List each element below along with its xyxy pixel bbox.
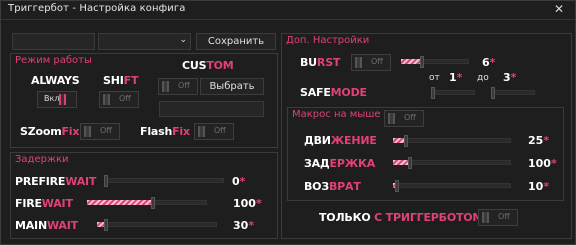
shift-toggle[interactable]: Off bbox=[99, 91, 139, 108]
mouse-macro-toggle-text: Off bbox=[404, 113, 416, 122]
delay-value: 100* bbox=[528, 157, 557, 170]
burst-max-value: 3* bbox=[503, 71, 517, 84]
trigger-config-window: Триггербот - Настройка конфига ✕ ⌄ Сохра… bbox=[0, 0, 576, 245]
burst-toggle[interactable]: Off bbox=[351, 54, 391, 71]
szoom-fix-toggle-text: Off bbox=[100, 126, 112, 135]
burst-toggle-text: Off bbox=[371, 57, 383, 66]
always-toggle[interactable]: Вкл bbox=[37, 91, 77, 108]
move-label: ДВИЖЕНИЕ bbox=[304, 134, 377, 147]
extra-settings-section-title: Доп. Настройки bbox=[286, 35, 370, 46]
safemode-label: SAFEMODE bbox=[300, 86, 367, 99]
burst-slider[interactable] bbox=[401, 56, 469, 68]
always-toggle-text: Вкл bbox=[44, 94, 60, 103]
mouse-macro-section-title: Макрос на мыше bbox=[292, 109, 381, 120]
chevron-down-icon: ⌄ bbox=[179, 35, 187, 45]
always-label: ALWAYS bbox=[31, 74, 80, 87]
delays-section-title: Задержки bbox=[15, 154, 69, 165]
custom-key-field[interactable] bbox=[159, 101, 264, 117]
flash-fix-label: FlashFix bbox=[140, 125, 190, 138]
shift-label: SHIFT bbox=[103, 74, 139, 87]
prefire-wait-slider[interactable] bbox=[104, 175, 224, 187]
close-icon[interactable]: ✕ bbox=[554, 2, 564, 16]
custom-label: CUSTOM bbox=[182, 59, 234, 72]
custom-toggle[interactable]: Off bbox=[158, 78, 198, 95]
save-button[interactable]: Сохранить bbox=[196, 33, 276, 50]
shift-toggle-text: Off bbox=[119, 94, 131, 103]
move-slider[interactable] bbox=[393, 135, 511, 147]
fire-wait-value: 100* bbox=[233, 197, 262, 210]
only-with-triggerbot-toggle-text: Off bbox=[498, 212, 510, 221]
only-with-triggerbot-label: ТОЛЬКО С ТРИГГЕРБОТОМ bbox=[319, 211, 484, 224]
main-wait-slider[interactable] bbox=[97, 219, 217, 231]
return-value: 10* bbox=[528, 180, 550, 193]
window-title: Триггербот - Настройка конфига bbox=[8, 3, 186, 14]
burst-label: BURST bbox=[300, 56, 341, 69]
szoom-fix-label: SZoomFix bbox=[20, 125, 80, 138]
choose-key-button[interactable]: Выбрать bbox=[200, 78, 264, 95]
config-select[interactable]: ⌄ bbox=[98, 33, 191, 50]
title-bar: Триггербот - Настройка конфига ✕ bbox=[1, 1, 575, 20]
config-name-input[interactable] bbox=[12, 33, 95, 50]
burst-max-slider[interactable] bbox=[491, 87, 535, 99]
main-wait-value: 30* bbox=[233, 219, 255, 232]
delay-slider[interactable] bbox=[393, 157, 511, 169]
return-slider[interactable] bbox=[393, 180, 511, 192]
prefire-wait-label: PREFIREWAIT bbox=[15, 175, 97, 188]
burst-value: 6* bbox=[482, 56, 496, 69]
burst-min-value: 1* bbox=[449, 71, 463, 84]
burst-from-label: от bbox=[429, 73, 440, 83]
main-wait-label: MAINWAIT bbox=[15, 219, 78, 232]
move-value: 25* bbox=[528, 134, 550, 147]
flash-fix-toggle-text: Off bbox=[214, 126, 226, 135]
return-label: ВОЗВРАТ bbox=[304, 180, 361, 193]
flash-fix-toggle[interactable]: Off bbox=[194, 123, 234, 140]
prefire-wait-value: 0* bbox=[232, 175, 246, 188]
szoom-fix-toggle[interactable]: Off bbox=[80, 123, 120, 140]
modes-section-title: Режим работы bbox=[15, 55, 92, 66]
mouse-macro-toggle[interactable]: Off bbox=[384, 110, 424, 127]
delay-label: ЗАДЕРЖКА bbox=[304, 157, 376, 170]
burst-min-slider[interactable] bbox=[431, 87, 475, 99]
only-with-triggerbot-toggle[interactable]: Off bbox=[478, 209, 518, 226]
fire-wait-slider[interactable] bbox=[87, 197, 207, 209]
burst-to-label: до bbox=[477, 73, 489, 83]
fire-wait-label: FIREWAIT bbox=[15, 197, 73, 210]
custom-toggle-text: Off bbox=[178, 81, 190, 90]
